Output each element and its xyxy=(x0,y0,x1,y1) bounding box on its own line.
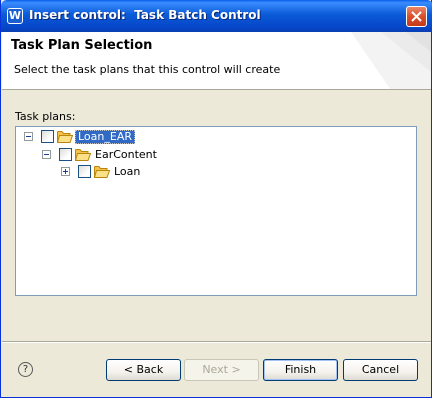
folder-open-icon xyxy=(75,149,91,161)
help-icon[interactable]: ? xyxy=(18,362,33,377)
checkbox-loan-ear[interactable] xyxy=(41,130,54,143)
dialog-window: W Insert control: Task Batch Control Tas… xyxy=(0,0,432,398)
tree-node-label[interactable]: EarContent xyxy=(93,148,159,162)
close-icon xyxy=(411,11,422,22)
tree-label: Task plans: xyxy=(15,110,76,123)
app-logo-icon: W xyxy=(7,8,23,24)
folder-open-icon xyxy=(94,166,110,178)
tree-node-label[interactable]: Loan_EAR xyxy=(75,130,135,144)
collapse-icon[interactable] xyxy=(42,150,51,159)
header-banner: Task Plan Selection Select the task plan… xyxy=(2,32,431,90)
tree-node-loan[interactable]: Loan xyxy=(59,164,399,180)
tree-node-label[interactable]: Loan xyxy=(112,165,142,179)
next-button[interactable]: Next > xyxy=(184,359,259,381)
title-bar[interactable]: W Insert control: Task Batch Control xyxy=(1,0,432,32)
page-subtitle: Select the task plans that this control … xyxy=(14,63,281,76)
cancel-button[interactable]: Cancel xyxy=(343,359,418,381)
checkbox-loan[interactable] xyxy=(78,165,91,178)
tree-node-earcontent[interactable]: EarContent xyxy=(40,147,400,163)
finish-button[interactable]: Finish xyxy=(263,359,338,381)
tree-node-loan-ear[interactable]: Loan_EAR xyxy=(22,129,402,145)
folder-open-icon xyxy=(57,131,73,143)
footer-divider xyxy=(2,341,431,343)
page-title: Task Plan Selection xyxy=(11,38,153,53)
task-plan-tree[interactable]: Loan_EAR EarContent Loan xyxy=(15,126,417,296)
back-button[interactable]: < Back xyxy=(106,359,181,381)
collapse-icon[interactable] xyxy=(24,132,33,141)
close-button[interactable] xyxy=(406,6,427,27)
expand-icon[interactable] xyxy=(61,167,70,176)
window-title: Insert control: Task Batch Control xyxy=(29,8,261,22)
checkbox-earcontent[interactable] xyxy=(59,148,72,161)
banner-decoration xyxy=(351,32,431,89)
